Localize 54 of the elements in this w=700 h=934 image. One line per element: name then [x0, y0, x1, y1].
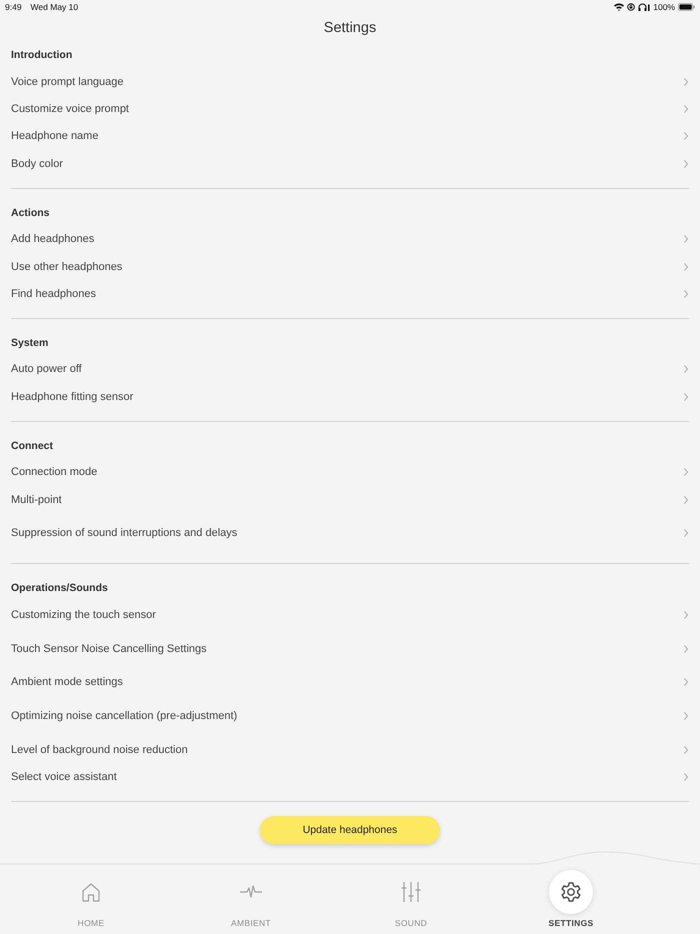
settings-row[interactable]: Auto power off: [11, 356, 689, 384]
settings-row[interactable]: Level of background noise reduction: [11, 736, 689, 764]
settings-row[interactable]: Voice prompt language: [11, 68, 689, 96]
settings-row[interactable]: Touch Sensor Noise Cancelling Settings: [11, 628, 689, 669]
chevron-icon: [684, 712, 688, 720]
chevron-icon: [684, 160, 688, 168]
chevron-icon: [684, 290, 688, 298]
chevron-icon: [684, 678, 688, 686]
chevron-icon: [684, 746, 688, 754]
section-title: Actions: [11, 206, 51, 221]
chevron-icon: [684, 132, 688, 140]
chevron-icon: [684, 496, 688, 504]
settings-row[interactable]: Headphone name: [11, 122, 689, 150]
battery-icon: [678, 3, 695, 11]
chevron-icon: [684, 392, 688, 401]
chevron-icon: [684, 773, 688, 782]
settings-row[interactable]: Ambient mode settings: [11, 668, 689, 696]
chevron-icon: [684, 529, 688, 538]
section-title: Connect: [11, 438, 54, 454]
status-time: 9:49: [5, 2, 22, 12]
settings-row[interactable]: Connection mode: [11, 458, 689, 486]
settings-row[interactable]: Body color: [11, 150, 689, 178]
chevron-icon: [684, 78, 688, 86]
settings-row[interactable]: Suppression of sound interruptions and delays: [11, 513, 689, 554]
settings-row[interactable]: Multi-point: [11, 486, 689, 514]
settings-row[interactable]: Headphone fitting sensor: [11, 383, 689, 411]
section-title: Introduction: [11, 48, 74, 63]
home-icon: [80, 881, 102, 903]
headphones-battery-icon: [638, 3, 650, 11]
chevron-icon: [684, 610, 688, 619]
settings-row[interactable]: Customizing the touch sensor: [11, 601, 689, 629]
update-headphones-button[interactable]: Update headphones: [260, 816, 440, 844]
settings-icon: [549, 870, 593, 914]
rotation-lock-icon: [627, 3, 636, 11]
settings-row[interactable]: Use other headphones: [11, 252, 689, 280]
chevron-icon: [684, 105, 688, 114]
battery-percentage: 100%: [653, 2, 675, 12]
status-date: Wed May 10: [30, 2, 78, 12]
chevron-icon: [684, 262, 688, 271]
wifi-icon: [614, 3, 624, 11]
settings-row[interactable]: Customize voice prompt: [11, 95, 689, 123]
tab-bar-item[interactable]: SETTINGS: [491, 864, 651, 934]
settings-row[interactable]: Find headphones: [11, 280, 689, 308]
settings-row[interactable]: Optimizing noise cancellation (pre-adjustment): [11, 696, 689, 736]
page-title: Settings: [324, 19, 376, 38]
settings-row[interactable]: Add headphones: [11, 226, 689, 253]
section-title: System: [11, 336, 50, 351]
sliders-icon: [400, 881, 422, 903]
section-title: Operations/Sounds: [11, 581, 109, 596]
chevron-icon: [684, 468, 688, 476]
chevron-icon: [684, 365, 688, 374]
chevron-icon: [684, 235, 688, 244]
settings-row[interactable]: Select voice assistant: [11, 763, 689, 791]
chevron-icon: [684, 644, 688, 653]
